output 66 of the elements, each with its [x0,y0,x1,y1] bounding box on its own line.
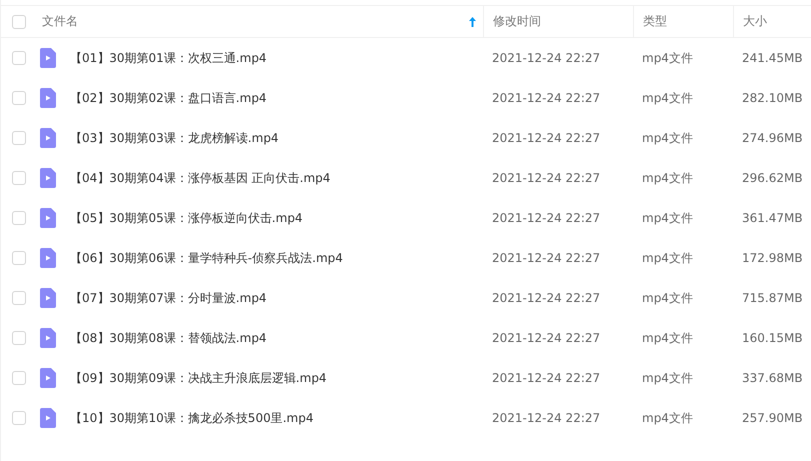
row-checkbox[interactable] [12,51,26,65]
row-checkbox[interactable] [12,331,26,345]
row-checkbox[interactable] [12,91,26,105]
file-type: mp4文件 [642,250,693,264]
file-name[interactable]: 【08】30期第08课：替领战法.mp4 [70,330,267,346]
modified-time: 2021-12-24 22:27 [492,91,600,105]
file-name[interactable]: 【01】30期第01课：次权三通.mp4 [70,50,267,66]
file-name[interactable]: 【06】30期第06课：量学特种兵-侦察兵战法.mp4 [70,250,343,266]
column-header[interactable]: 文件名 [33,6,483,37]
file-type: mp4文件 [642,410,693,424]
row-checkbox[interactable] [12,371,26,385]
file-type: mp4文件 [642,170,693,184]
column-header[interactable]: 类型 [633,6,733,37]
file-name[interactable]: 【10】30期第10课：擒龙必杀技500里.mp4 [70,410,314,426]
column-header[interactable]: 修改时间 [483,6,633,37]
modified-time: 2021-12-24 22:27 [492,51,600,65]
file-type: mp4文件 [642,290,693,304]
file-size: 361.47MB [742,211,803,225]
file-name[interactable]: 【05】30期第05课：涨停板逆向伏击.mp4 [70,210,303,226]
video-file-icon [40,48,56,68]
file-size: 241.45MB [742,51,803,65]
file-name[interactable]: 【03】30期第03课：龙虎榜解读.mp4 [70,130,279,146]
modified-time: 2021-12-24 22:27 [492,291,600,305]
video-file-icon [40,208,56,228]
row-checkbox[interactable] [12,291,26,305]
modified-time: 2021-12-24 22:27 [492,211,600,225]
file-size: 337.68MB [742,371,803,385]
video-file-icon [40,408,56,428]
modified-time: 2021-12-24 22:27 [492,251,600,265]
row-checkbox[interactable] [12,411,26,425]
row-checkbox[interactable] [12,171,26,185]
file-name[interactable]: 【07】30期第07课：分时量波.mp4 [70,290,267,306]
file-type: mp4文件 [642,210,693,224]
video-file-icon [40,248,56,268]
file-name[interactable]: 【02】30期第02课：盘口语言.mp4 [70,90,267,106]
modified-time: 2021-12-24 22:27 [492,171,600,185]
modified-time: 2021-12-24 22:27 [492,411,600,425]
file-size: 282.10MB [742,91,803,105]
file-type: mp4文件 [642,370,693,384]
file-name[interactable]: 【09】30期第09课：决战主升浪底层逻辑.mp4 [70,370,327,386]
modified-time: 2021-12-24 22:27 [492,331,600,345]
video-file-icon [40,168,56,188]
video-file-icon [40,368,56,388]
column-header[interactable]: 大小 [733,6,811,37]
row-checkbox[interactable] [12,211,26,225]
row-checkbox[interactable] [12,251,26,265]
file-size: 172.98MB [742,251,803,265]
file-type: mp4文件 [642,90,693,104]
file-size: 257.90MB [742,411,803,425]
video-file-icon [40,328,56,348]
video-file-icon [40,88,56,108]
file-type: mp4文件 [642,330,693,344]
sort-arrow-icon [469,16,476,26]
file-name[interactable]: 【04】30期第04课：涨停板基因 正向伏击.mp4 [70,170,330,186]
file-size: 160.15MB [742,331,803,345]
file-size: 274.96MB [742,131,803,145]
video-file-icon [40,288,56,308]
file-type: mp4文件 [642,50,693,64]
select-all-checkbox[interactable] [12,14,26,28]
file-size: 715.87MB [742,291,803,305]
file-size: 296.62MB [742,171,803,185]
row-checkbox[interactable] [12,131,26,145]
video-file-icon [40,128,56,148]
modified-time: 2021-12-24 22:27 [492,371,600,385]
file-type: mp4文件 [642,130,693,144]
modified-time: 2021-12-24 22:27 [492,131,600,145]
